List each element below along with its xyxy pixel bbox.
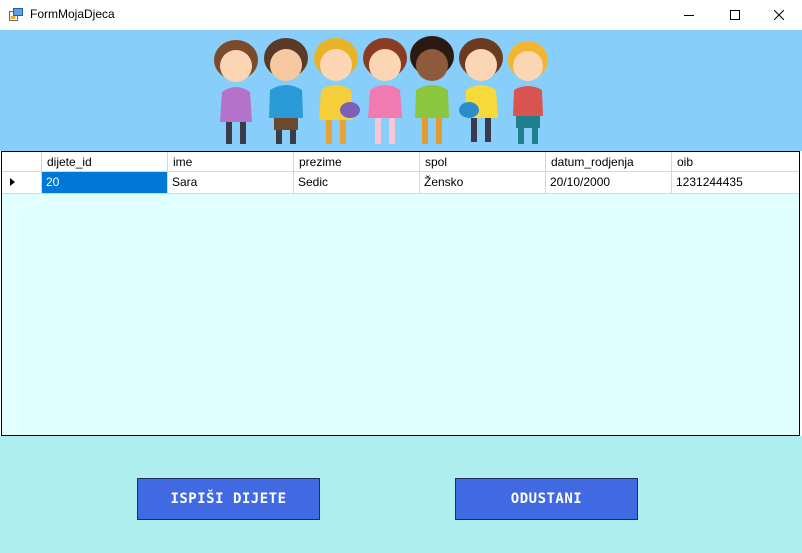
row-header-corner — [2, 152, 42, 172]
column-header[interactable]: oib — [672, 152, 799, 172]
children-illustration — [214, 36, 548, 144]
kid-2 — [264, 38, 308, 144]
table-cell[interactable]: 20 — [42, 172, 168, 194]
table-cell[interactable]: Sedic — [294, 172, 420, 194]
column-header[interactable]: dijete_id — [42, 152, 168, 172]
maximize-button[interactable] — [712, 0, 758, 30]
column-header[interactable]: ime — [168, 152, 294, 172]
table-row[interactable]: 20 Sara Sedic Žensko 20/10/2000 12312444… — [2, 172, 799, 194]
close-button[interactable] — [756, 0, 802, 30]
maximize-icon — [730, 10, 740, 20]
close-icon — [774, 10, 784, 20]
kid-6 — [459, 38, 503, 142]
table-cell[interactable]: 1231244435 — [672, 172, 799, 194]
minimize-button[interactable] — [666, 0, 712, 30]
table-cell[interactable]: 20/10/2000 — [546, 172, 672, 194]
table-cell[interactable]: Žensko — [420, 172, 546, 194]
row-header[interactable] — [2, 172, 42, 194]
title-bar: FormMojaDjeca — [0, 0, 802, 30]
data-grid[interactable]: dijete_id ime prezime spol datum_rodjenj… — [1, 151, 800, 436]
minimize-icon — [684, 15, 694, 16]
kid-7 — [508, 41, 548, 144]
banner — [0, 30, 802, 151]
kid-3 — [314, 38, 360, 144]
kid-5 — [410, 36, 454, 144]
column-header[interactable]: prezime — [294, 152, 420, 172]
button-panel — [0, 436, 802, 553]
print-child-button[interactable]: ISPIŠI DIJETE — [137, 478, 320, 520]
grid-header: dijete_id ime prezime spol datum_rodjenj… — [2, 152, 799, 172]
column-header[interactable]: spol — [420, 152, 546, 172]
current-row-icon — [10, 178, 15, 186]
column-header[interactable]: datum_rodjenja — [546, 152, 672, 172]
cancel-button[interactable]: ODUSTANI — [455, 478, 638, 520]
window-title: FormMojaDjeca — [30, 7, 115, 21]
app-icon — [9, 8, 23, 21]
table-cell[interactable]: Sara — [168, 172, 294, 194]
kid-4 — [363, 38, 407, 144]
kid-1 — [214, 40, 258, 144]
